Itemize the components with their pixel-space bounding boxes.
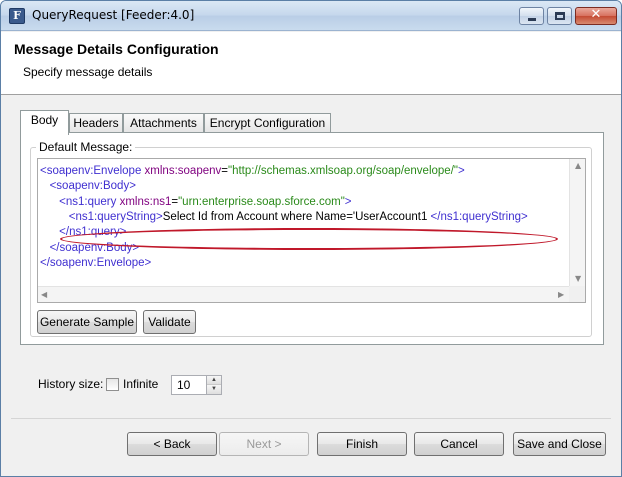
- tab-encrypt-configuration[interactable]: Encrypt Configuration: [204, 113, 331, 134]
- code-tag: </soapenv:Envelope>: [40, 256, 152, 269]
- default-message-group: Default Message: <soapenv:Envelope xmlns…: [30, 140, 592, 337]
- dialog-window: F QueryRequest [Feeder:4.0] ✕ Message De…: [0, 0, 622, 477]
- close-button[interactable]: ✕: [575, 7, 617, 25]
- code-line: <soapenv:Envelope xmlns:soapenv="http://…: [40, 164, 465, 179]
- minimize-icon: [528, 18, 536, 21]
- code-tag: <ns1:queryString>: [68, 210, 163, 223]
- wizard-header: Message Details Configuration Specify me…: [1, 32, 621, 95]
- history-size-spinner: ▲ ▼: [207, 375, 222, 395]
- code-line: <ns1:queryString>Select Id from Account …: [40, 210, 528, 225]
- save-and-close-button[interactable]: Save and Close: [513, 432, 606, 456]
- spin-up-icon[interactable]: ▲: [207, 376, 221, 385]
- code-tag-close: </ns1:queryString>: [430, 210, 528, 223]
- code-tag: <soapenv:Body>: [49, 180, 136, 193]
- message-editor[interactable]: <soapenv:Envelope xmlns:soapenv="http://…: [37, 158, 586, 303]
- history-size-label: History size:: [38, 377, 104, 391]
- maximize-icon: [555, 12, 565, 20]
- scroll-left-arrow-icon[interactable]: ◀: [41, 290, 47, 299]
- code-tag: <soapenv:Envelope: [40, 165, 145, 177]
- code-eq: =: [221, 165, 228, 177]
- generate-sample-button[interactable]: Generate Sample: [37, 310, 137, 334]
- code-line: <soapenv:Body>: [40, 179, 136, 194]
- body-tab-panel: Default Message: <soapenv:Envelope xmlns…: [20, 132, 604, 345]
- code-tag: <ns1:query: [59, 195, 120, 208]
- scroll-down-arrow-icon[interactable]: ▼: [575, 274, 581, 283]
- code-tag-close: >: [344, 195, 352, 208]
- code-tag-close: >: [457, 165, 465, 177]
- horizontal-scrollbar[interactable]: ◀ ▶: [38, 286, 570, 302]
- spin-down-icon[interactable]: ▼: [207, 385, 221, 394]
- back-button[interactable]: < Back: [127, 432, 217, 456]
- highlight-ellipse: [60, 228, 558, 250]
- scroll-up-arrow-icon[interactable]: ▲: [575, 161, 581, 170]
- scroll-right-arrow-icon[interactable]: ▶: [558, 290, 564, 299]
- code-value: "urn:enterprise.soap.sforce.com": [178, 195, 345, 208]
- code-attr: xmlns:soapenv: [144, 165, 222, 177]
- page-subtitle: Specify message details: [23, 65, 153, 79]
- default-message-label: Default Message:: [36, 140, 136, 154]
- app-icon: F: [9, 8, 25, 24]
- minimize-button[interactable]: [519, 7, 544, 25]
- code-line: </soapenv:Envelope>: [40, 256, 151, 271]
- code-value: "http://schemas.xmlsoap.org/soap/envelop…: [227, 165, 458, 177]
- vertical-scrollbar[interactable]: ▲ ▼: [569, 159, 585, 287]
- code-attr: xmlns:ns1: [119, 195, 172, 208]
- tab-headers[interactable]: Headers: [69, 113, 123, 134]
- maximize-button[interactable]: [547, 7, 572, 25]
- code-text: Select Id from Account where Name='UserA…: [162, 210, 431, 223]
- footer-divider: [11, 418, 611, 419]
- code-line: <ns1:query xmlns:ns1="urn:enterprise.soa…: [40, 195, 352, 210]
- message-code-area[interactable]: <soapenv:Envelope xmlns:soapenv="http://…: [38, 159, 570, 287]
- title-bar[interactable]: F QueryRequest [Feeder:4.0] ✕: [1, 1, 621, 31]
- tab-attachments[interactable]: Attachments: [123, 113, 204, 134]
- finish-button[interactable]: Finish: [317, 432, 407, 456]
- validate-button[interactable]: Validate: [143, 310, 196, 334]
- history-size-input[interactable]: 10: [171, 375, 207, 395]
- window-title: QueryRequest [Feeder:4.0]: [32, 8, 195, 22]
- scroll-corner: [569, 286, 585, 302]
- infinite-label[interactable]: Infinite: [123, 377, 158, 391]
- infinite-checkbox[interactable]: [106, 378, 119, 391]
- cancel-button[interactable]: Cancel: [414, 432, 504, 456]
- close-icon: ✕: [590, 7, 602, 22]
- tab-body[interactable]: Body: [20, 110, 69, 135]
- next-button[interactable]: Next >: [219, 432, 309, 456]
- page-title: Message Details Configuration: [14, 41, 219, 57]
